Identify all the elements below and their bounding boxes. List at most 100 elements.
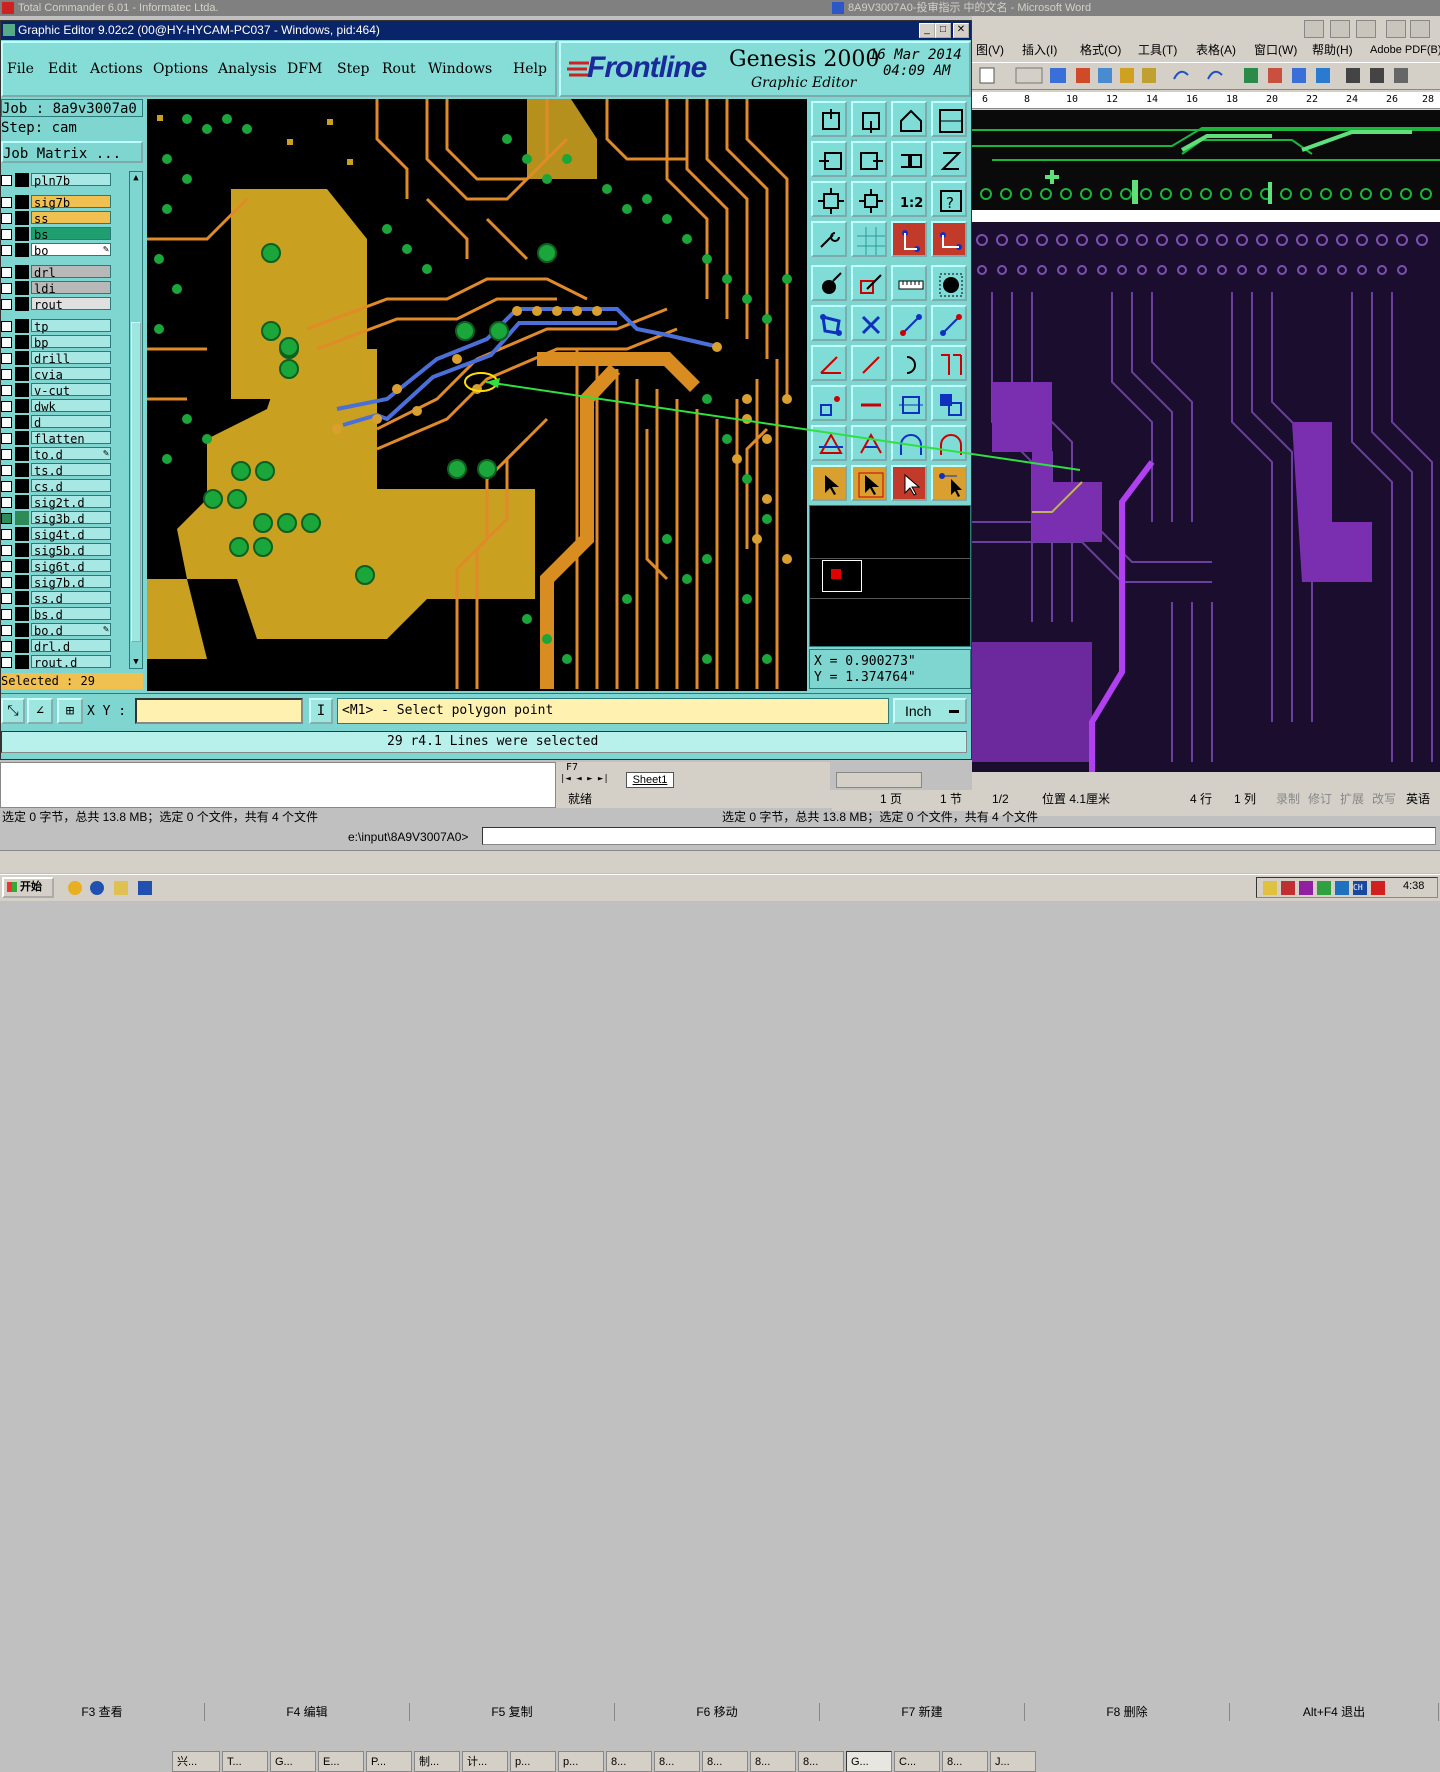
menu-rout[interactable]: Rout [382,61,416,77]
polygon-icon[interactable] [811,305,847,341]
layer-row[interactable]: sig7b [1,195,113,210]
layer-row[interactable]: bp [1,335,113,350]
layer-checkbox[interactable] [1,213,12,224]
excel-sheet-tab[interactable]: Sheet1 [626,772,674,788]
start-button[interactable]: 开始 [2,877,54,898]
pan-left-icon[interactable] [811,141,847,177]
menu-edit[interactable]: Edit [48,61,77,77]
word-print-icon[interactable] [1356,20,1376,38]
net-compare-icon[interactable] [931,221,967,257]
task-item[interactable]: 8... [750,1751,796,1772]
snap-point-icon[interactable] [811,385,847,421]
word-tool-icon[interactable] [1330,20,1350,38]
ruler-icon[interactable] [891,265,927,301]
quick-launch[interactable] [62,879,162,897]
diagonal-line-icon[interactable] [851,345,887,381]
layer-row[interactable]: ldi [1,281,113,296]
scroll-down-arrow[interactable]: ▼ [130,656,142,668]
snap-icon[interactable]: ⤡ [1,698,25,724]
word-menu-help[interactable]: 帮助(H) [1312,40,1353,60]
layer-row[interactable]: ss [1,211,113,226]
task-item[interactable]: 8... [702,1751,748,1772]
layer-checkbox[interactable] [1,465,12,476]
f5-copy-button[interactable]: F5 复制 [410,1703,615,1721]
ql-icon[interactable] [138,881,152,895]
layer-row[interactable]: sig6t.d [1,559,113,574]
layer-row[interactable]: drl.d [1,639,113,654]
menu-file[interactable]: File [7,61,34,77]
layer-checkbox[interactable] [1,245,12,256]
redraw-icon[interactable] [931,141,967,177]
f7-new-button[interactable]: F7 新建 [820,1703,1025,1721]
measure-icon[interactable]: ∠ [27,698,53,724]
zoom-center-icon[interactable] [851,181,887,217]
layer-row[interactable]: flatten [1,431,113,446]
excel-sheet-nav[interactable]: |◄ ◄ ► ►| [560,772,620,786]
add-shape-icon[interactable] [851,265,887,301]
tray-icon[interactable] [1371,881,1385,895]
move-up-icon[interactable] [811,101,847,137]
scroll-up-arrow[interactable]: ▲ [130,172,142,184]
layer-checkbox[interactable] [1,229,12,240]
net-connect-icon[interactable] [891,221,927,257]
layer-checkbox[interactable] [1,337,12,348]
select-poly-icon[interactable] [891,465,927,501]
task-item[interactable]: 制... [414,1751,460,1772]
layer-row[interactable]: ts.d [1,463,113,478]
triangle-fill-icon[interactable] [811,425,847,461]
mirror-icon[interactable] [931,345,967,381]
layer-checkbox[interactable] [1,625,12,636]
close-button[interactable]: ✕ [953,23,969,38]
layer-checkbox[interactable] [1,545,12,556]
wrench-icon[interactable] [811,221,847,257]
task-item[interactable]: P... [366,1751,412,1772]
task-item[interactable]: 8... [798,1751,844,1772]
triangle-outline-icon[interactable] [851,425,887,461]
ql-icon[interactable] [114,881,128,895]
tray-icon[interactable] [1299,881,1313,895]
layer-row[interactable]: sig2t.d [1,495,113,510]
total-commander-titlebar[interactable]: Total Commander 6.01 - Informatec Ltda. [0,0,828,16]
select-box-icon[interactable] [851,465,887,501]
layer-checkbox[interactable] [1,197,12,208]
layer-checkbox[interactable] [1,175,12,186]
layer-row[interactable]: tp [1,319,113,334]
tray-icon[interactable] [1335,881,1349,895]
task-item[interactable]: 8... [606,1751,652,1772]
task-item[interactable]: p... [510,1751,556,1772]
tc-left-panel[interactable] [0,762,556,808]
layer-checkbox[interactable] [1,417,12,428]
layer-checkbox[interactable] [1,385,12,396]
layer-row[interactable]: rout.d [1,655,113,670]
task-item[interactable]: E... [318,1751,364,1772]
layer-checkbox[interactable] [1,267,12,278]
word-menu-table[interactable]: 表格(A) [1196,40,1236,60]
menu-help[interactable]: Help [513,61,547,77]
mini-map[interactable] [809,505,971,647]
layer-checkbox[interactable] [1,433,12,444]
layer-checkbox[interactable] [1,529,12,540]
layer-row[interactable]: bo ✎ [1,243,113,258]
layer-checkbox[interactable] [1,353,12,364]
move-down-icon[interactable] [851,101,887,137]
ql-icon[interactable] [90,881,104,895]
add-pad-icon[interactable] [811,265,847,301]
layer-checkbox[interactable] [1,283,12,294]
f8-delete-button[interactable]: F8 删除 [1025,1703,1230,1721]
menu-options[interactable]: Options [153,61,208,77]
layer-row[interactable]: sig7b.d [1,575,113,590]
zoom-extent-icon[interactable] [811,181,847,217]
layer-row[interactable]: sig4t.d [1,527,113,542]
task-item[interactable]: 兴... [172,1751,220,1772]
menu-actions[interactable]: Actions [90,61,143,77]
layer-row[interactable]: bs [1,227,113,242]
word-menu-tools[interactable]: 工具(T) [1138,40,1177,60]
scroll-thumb[interactable] [131,322,141,642]
pan-right-icon[interactable] [851,141,887,177]
layer-row[interactable]: sig5b.d [1,543,113,558]
units-selector[interactable]: Inch [893,698,967,724]
word-menu-format[interactable]: 格式(O) [1080,40,1121,60]
layer-row[interactable]: cvia [1,367,113,382]
text-cursor-icon[interactable]: I [309,698,333,724]
layer-row[interactable]: pln7b [1,173,113,188]
